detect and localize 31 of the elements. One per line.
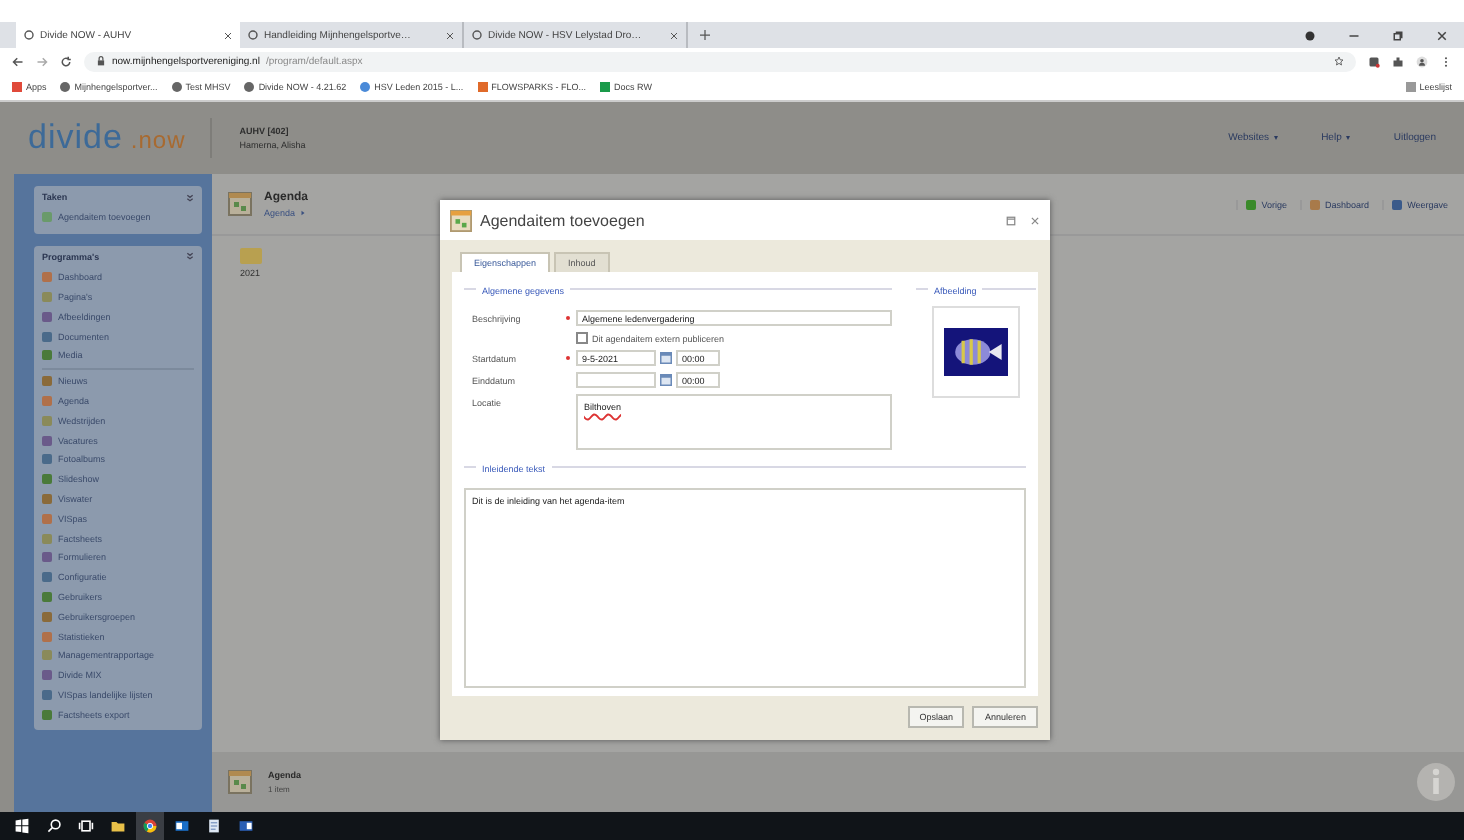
restore-icon[interactable] [1392,29,1404,41]
close-icon[interactable] [1030,215,1040,225]
minimize-icon[interactable] [1348,29,1360,41]
calendar-icon [228,192,252,216]
browser-icon[interactable] [136,812,164,840]
star-icon[interactable] [1334,56,1344,66]
new-tab-icon[interactable] [700,30,710,40]
back-icon[interactable] [12,55,24,67]
caret-icon [1345,136,1350,140]
profile-icon[interactable] [1416,55,1428,67]
calendar-icon[interactable] [660,374,672,386]
record-icon[interactable] [1304,29,1316,41]
image-frame[interactable] [932,306,1020,398]
close-icon[interactable] [1436,29,1448,41]
lock-icon [96,56,106,66]
logo: divide .now [28,118,212,158]
calendar-icon [228,770,252,794]
reload-icon[interactable] [60,55,72,67]
caret-icon [1273,136,1278,140]
extension-icon[interactable] [1368,55,1380,67]
date-field[interactable] [576,372,656,388]
close-icon[interactable] [670,31,678,39]
collapse-icon[interactable] [186,252,194,261]
calendar-icon [450,209,472,231]
maximize-icon[interactable] [1006,215,1016,225]
collapse-icon[interactable] [186,193,194,201]
close-icon[interactable] [224,31,232,39]
calendar-icon[interactable] [660,352,672,364]
close-icon[interactable] [446,31,454,39]
fish-image-drawing [944,328,1008,376]
dialog-title: Agendaitem toevoegen [480,211,645,229]
